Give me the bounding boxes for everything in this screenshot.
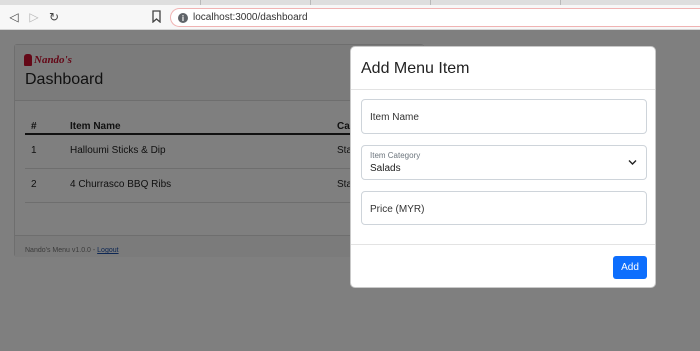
- price-placeholder: Price (MYR): [370, 204, 425, 215]
- item-category-value: Salads: [370, 163, 401, 174]
- info-icon[interactable]: i: [178, 13, 188, 23]
- chevron-down-icon: [628, 160, 637, 165]
- modal-footer: Add: [351, 244, 655, 288]
- forward-button[interactable]: ▷: [26, 9, 42, 25]
- item-category-label: Item Category: [370, 151, 421, 160]
- item-name-placeholder: Item Name: [370, 112, 419, 123]
- forward-icon: ▷: [29, 10, 39, 24]
- price-input[interactable]: Price (MYR): [361, 191, 647, 225]
- item-name-input[interactable]: Item Name: [361, 99, 647, 134]
- reload-button[interactable]: ↻: [46, 9, 62, 25]
- reload-icon: ↻: [48, 10, 60, 24]
- url-text: localhost:3000/dashboard: [193, 12, 308, 23]
- browser-toolbar: ◁ ▷ ↻ i localhost:3000/dashboard: [0, 5, 700, 30]
- address-bar[interactable]: i localhost:3000/dashboard: [170, 8, 700, 27]
- add-button[interactable]: Add: [613, 256, 647, 279]
- modal-header: Add Menu Item: [351, 47, 655, 90]
- back-icon: ◁: [9, 10, 19, 24]
- back-button[interactable]: ◁: [6, 9, 22, 25]
- item-category-select[interactable]: Item Category Salads: [361, 145, 647, 180]
- bookmark-icon[interactable]: [152, 10, 161, 23]
- modal-title: Add Menu Item: [361, 60, 470, 77]
- add-menu-item-modal: Add Menu Item Item Name Item Category Sa…: [350, 46, 656, 288]
